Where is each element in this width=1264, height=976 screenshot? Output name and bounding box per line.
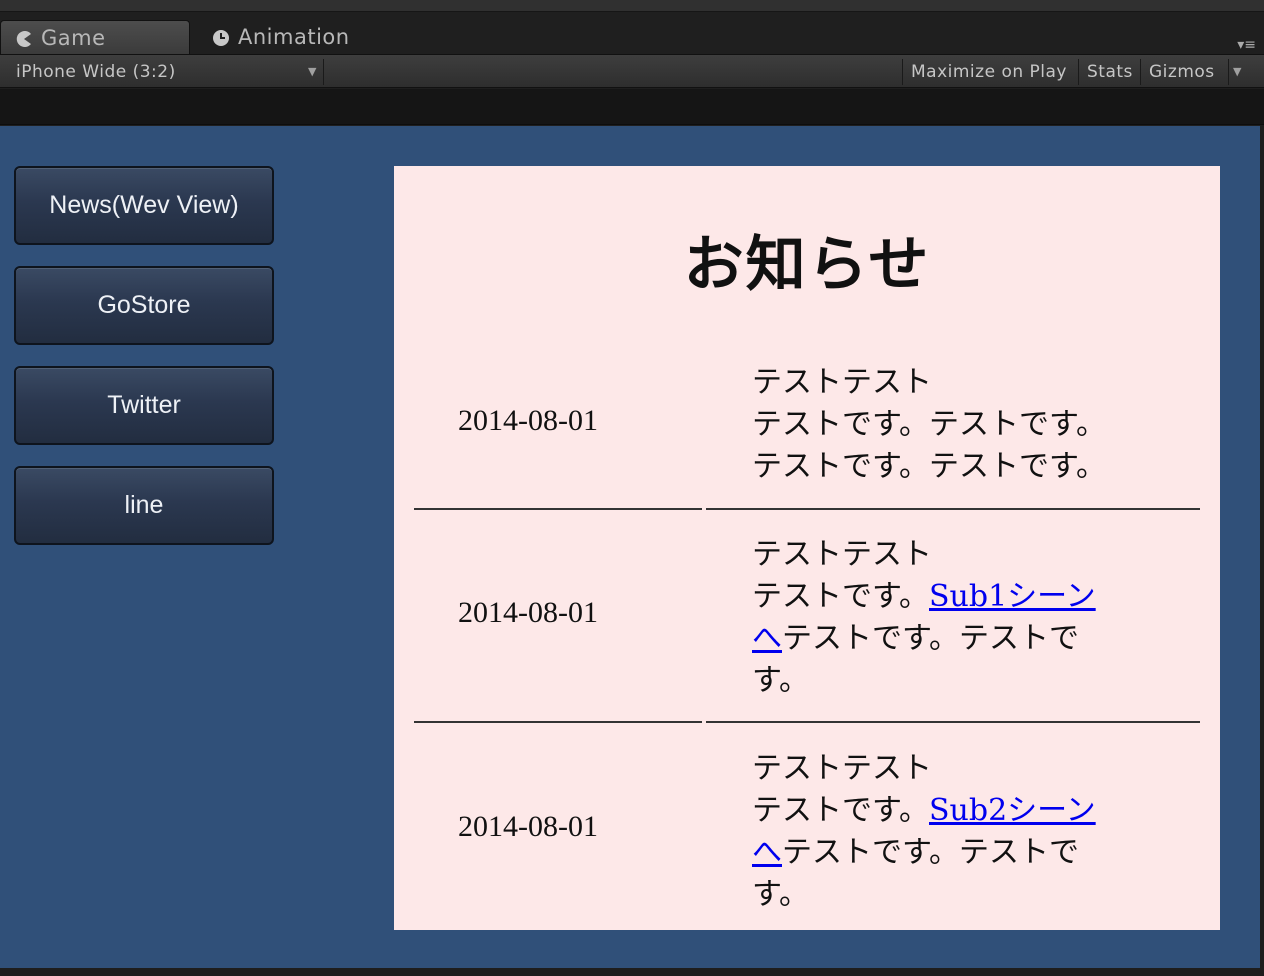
stats-toggle[interactable]: Stats <box>1078 59 1140 85</box>
news-webview: お知らせ 2014-08-01 テストテスト テストです。テストです。 テストで… <box>394 166 1220 930</box>
news-heading: テストテスト <box>752 751 932 786</box>
pacman-icon <box>15 29 33 47</box>
news-heading: テストテスト <box>752 365 932 400</box>
line-button[interactable]: line <box>14 466 274 545</box>
news-text-post: テストです。テストです。 <box>752 835 1079 912</box>
tab-bar: Game Animation ▾≡ <box>0 12 1264 54</box>
news-text-pre: テストです。 <box>752 793 929 828</box>
game-view-letterbox <box>0 89 1264 125</box>
news-date: 2014-08-01 <box>458 810 598 843</box>
tab-animation[interactable]: Animation <box>198 20 398 54</box>
row-divider <box>706 508 1200 510</box>
gostore-button[interactable]: GoStore <box>14 266 274 345</box>
window-bottom-edge <box>0 968 1264 976</box>
row-divider <box>414 721 702 723</box>
news-text-post: テストです。テストです。 <box>752 621 1079 698</box>
news-text: テストです。Sub1シーンへテストです。テストです。 <box>752 576 1122 702</box>
aspect-dropdown-label: iPhone Wide (3:2) <box>16 62 176 82</box>
news-text: テストです。Sub2シーンへテストです。テストです。 <box>752 790 1122 916</box>
news-date: 2014-08-01 <box>458 596 598 629</box>
news-webview-button[interactable]: News(Wev View) <box>14 166 274 245</box>
row-divider <box>706 721 1200 723</box>
dropdown-arrow-icon: ▼ <box>308 65 317 78</box>
gizmos-toggle[interactable]: Gizmos <box>1140 59 1228 85</box>
window-right-edge <box>1260 126 1264 968</box>
aspect-dropdown[interactable]: iPhone Wide (3:2) ▼ <box>6 59 324 85</box>
tab-animation-label: Animation <box>238 25 350 49</box>
game-view: News(Wev View) GoStore Twitter line お知らせ… <box>0 126 1260 968</box>
tab-game-label: Game <box>41 25 106 50</box>
tab-menu-icon[interactable]: ▾≡ <box>1232 36 1256 54</box>
twitter-button[interactable]: Twitter <box>14 366 274 445</box>
tab-game[interactable]: Game <box>0 20 190 54</box>
news-text-pre: テストです。 <box>752 579 929 614</box>
news-heading: テストテスト <box>752 537 932 572</box>
news-body: テストテスト テストです。Sub2シーンへテストです。テストです。 <box>752 748 1122 916</box>
game-toolbar: iPhone Wide (3:2) ▼ Maximize on Play Sta… <box>0 54 1264 88</box>
maximize-on-play-toggle[interactable]: Maximize on Play <box>902 59 1078 85</box>
news-body: テストテスト テストです。テストです。 テストです。テストです。 <box>752 362 1122 488</box>
row-divider <box>414 508 702 510</box>
news-date: 2014-08-01 <box>458 404 598 437</box>
gizmos-dropdown-icon[interactable]: ▼ <box>1228 59 1250 85</box>
webview-title: お知らせ <box>683 230 931 300</box>
editor-top-strip <box>0 0 1264 12</box>
clock-icon <box>212 28 230 46</box>
news-body: テストテスト テストです。Sub1シーンへテストです。テストです。 <box>752 534 1122 702</box>
news-text: テストです。テストです。 <box>752 449 1106 484</box>
news-text: テストです。テストです。 <box>752 407 1106 442</box>
